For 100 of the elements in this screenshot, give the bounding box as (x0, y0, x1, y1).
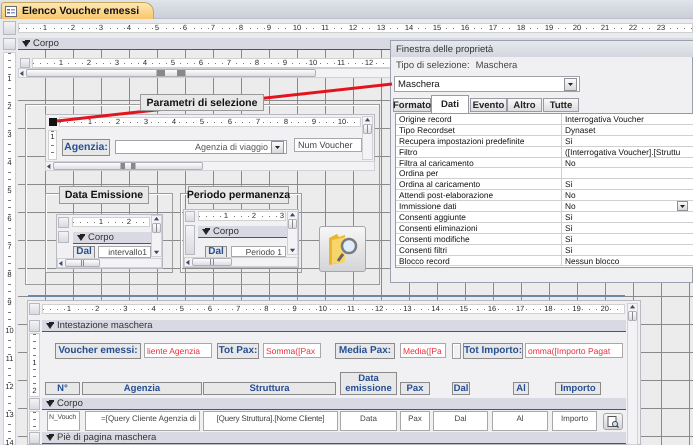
ruler-corner[interactable] (3, 21, 16, 35)
property-tab[interactable]: Dati (431, 95, 469, 113)
horizontal-scrollbar[interactable] (184, 257, 298, 267)
property-name: Filtra al caricamento (396, 158, 562, 168)
property-value[interactable]: Dynaset (562, 124, 693, 136)
section-marker-icon (46, 400, 54, 408)
property-value[interactable]: Interrogativa Voucher (562, 114, 693, 125)
group-title: Data Emissione (59, 186, 149, 204)
scroll-down-icon[interactable] (289, 247, 296, 254)
value-text: Sì (565, 136, 573, 146)
bound-field[interactable]: Al (492, 411, 548, 431)
scroll-left-icon[interactable] (46, 162, 53, 170)
dropdown-icon[interactable] (677, 201, 688, 212)
field-label: Agenzia: (62, 139, 110, 156)
subform-corner[interactable] (185, 211, 195, 222)
column-header: Agenzia (82, 382, 202, 395)
property-name: Ordina per (396, 168, 562, 180)
property-value[interactable]: Sì (562, 212, 693, 223)
scroll-thumb[interactable] (53, 162, 203, 170)
subform-corner[interactable] (58, 217, 69, 228)
value-text: Nessun blocco (565, 256, 620, 266)
scroll-thumb[interactable] (288, 219, 297, 229)
horizontal-scrollbar[interactable] (18, 68, 392, 78)
scroll-thumb[interactable] (628, 311, 637, 321)
property-value[interactable]: Sì (562, 222, 693, 234)
scroll-down-icon[interactable] (153, 249, 160, 256)
scroll-up-icon[interactable] (364, 117, 371, 124)
bound-field[interactable]: =[Query Cliente Agenzia di (85, 411, 200, 431)
preview-button[interactable] (603, 413, 623, 430)
property-tab[interactable]: Evento (470, 98, 507, 112)
dropdown-icon[interactable] (271, 140, 284, 154)
property-value[interactable]: No (562, 190, 693, 202)
section-title: Corpo (88, 232, 114, 243)
dropdown-icon[interactable] (564, 78, 577, 90)
property-value[interactable]: No (562, 201, 693, 212)
row-selector[interactable] (29, 432, 40, 444)
agency-combo[interactable]: Agenzia di viaggio (115, 140, 287, 154)
search-button[interactable] (319, 226, 366, 272)
section-marker-icon (46, 322, 54, 330)
scroll-up-icon[interactable] (153, 216, 160, 223)
scroll-left-icon[interactable] (185, 258, 192, 266)
horizontal-scrollbar[interactable] (45, 161, 375, 171)
ruler-corner[interactable] (3, 38, 16, 50)
group-title: Parametri di selezione (140, 94, 264, 111)
form-icon (5, 6, 17, 16)
row-selector[interactable] (58, 231, 69, 243)
property-value[interactable]: No (562, 158, 693, 168)
property-value[interactable]: Nessun blocco (562, 256, 693, 266)
row-selector[interactable] (29, 320, 40, 332)
total-field[interactable]: Somma([Pax (263, 343, 321, 358)
total-field[interactable]: Media([Pa (400, 343, 446, 358)
property-value[interactable]: Sì (562, 244, 693, 256)
scroll-thumb[interactable] (26, 69, 316, 77)
property-value[interactable]: Sì (562, 234, 693, 245)
bound-field[interactable]: Data (340, 411, 397, 431)
document-tab[interactable]: Elenco Voucher emessi (1, 2, 154, 19)
section-title: Intestazione maschera (57, 320, 153, 331)
total-label: Voucher emessi: (55, 343, 141, 359)
vertical-scrollbar[interactable] (627, 303, 638, 445)
value-text: Sì (565, 212, 573, 222)
period-field[interactable]: Periodo 1 (231, 246, 286, 257)
selection-type: Tipo di selezione: Maschera (396, 60, 518, 72)
total-field[interactable]: omma([Importo Pagat (525, 343, 623, 358)
scroll-thumb[interactable] (65, 259, 100, 267)
scroll-thumb[interactable] (363, 124, 372, 134)
property-value[interactable]: ([Interrogativa Voucher].[Struttu (562, 146, 693, 158)
property-tab[interactable]: Tutte (543, 98, 579, 112)
property-value[interactable]: Sì (562, 179, 693, 190)
property-tab[interactable]: Altro (507, 98, 542, 112)
date-field[interactable]: intervallo1 (98, 246, 151, 258)
section-marker-icon (22, 40, 30, 48)
bound-field[interactable]: Importo (552, 411, 597, 431)
bound-field[interactable]: Dal (433, 411, 488, 431)
property-value[interactable]: Sì (562, 136, 693, 147)
value-text: ([Interrogativa Voucher].[Struttu (565, 146, 680, 157)
vertical-scrollbar[interactable] (287, 211, 298, 255)
property-name: Consenti modifiche (396, 234, 562, 245)
scroll-left-icon[interactable] (58, 260, 65, 266)
vertical-scrollbar[interactable] (362, 116, 373, 160)
section-marker-icon (46, 434, 54, 442)
property-tab[interactable]: Formato (393, 98, 431, 112)
horizontal-scrollbar[interactable] (57, 258, 162, 268)
property-name: Origine record (396, 114, 562, 125)
column-header: Struttura (203, 382, 336, 395)
section-marker-icon (202, 228, 210, 236)
subform-corner[interactable] (29, 303, 40, 315)
scroll-up-icon[interactable] (289, 212, 296, 219)
scroll-thumb[interactable] (152, 223, 161, 233)
text-field[interactable]: Num Voucher (294, 138, 362, 152)
vertical-scrollbar[interactable] (151, 215, 162, 257)
object-combo[interactable]: Maschera (394, 76, 580, 92)
bound-field[interactable]: [Query Struttura].[Nome Cliente] (203, 411, 338, 431)
section-title: Corpo (33, 38, 59, 49)
property-name: Ordina al caricamento (396, 179, 562, 190)
panel-title: Finestra delle proprietà (391, 41, 693, 57)
row-selector[interactable] (29, 398, 40, 410)
scroll-up-icon[interactable] (629, 304, 636, 311)
bound-field[interactable]: Pax (400, 411, 430, 431)
total-field[interactable]: liente Agenzia (144, 343, 212, 358)
scroll-thumb[interactable] (192, 258, 232, 266)
